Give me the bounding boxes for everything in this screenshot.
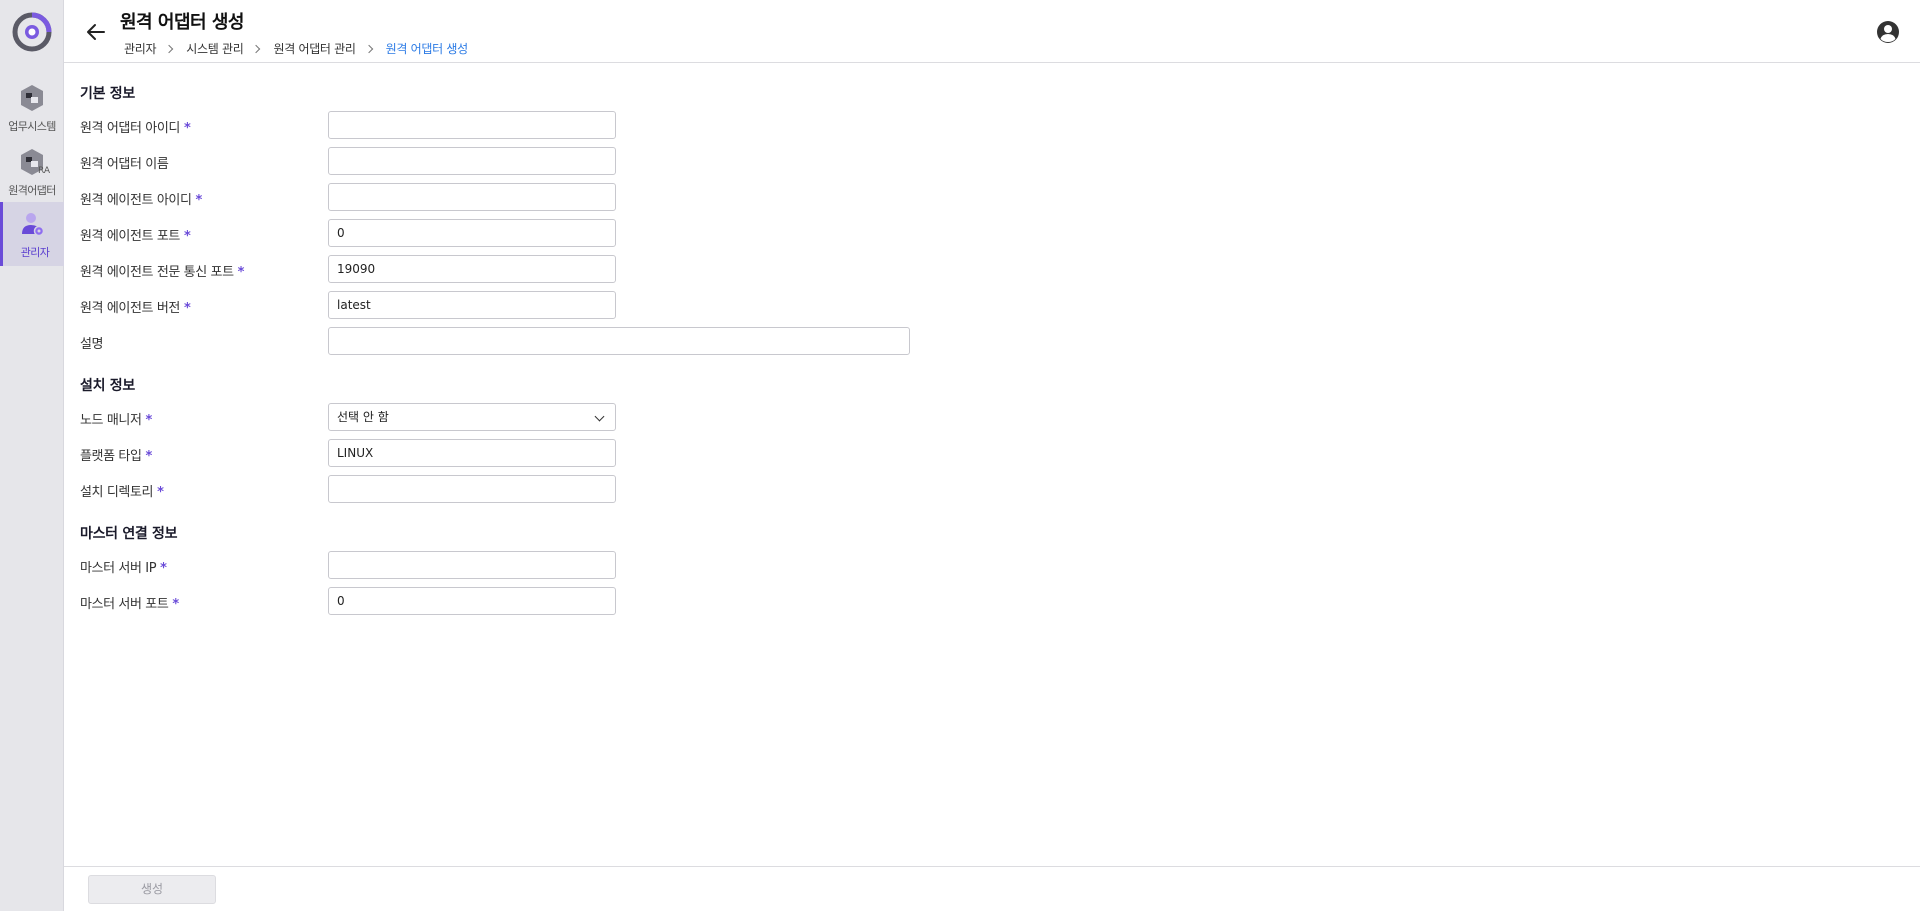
adapter-name-input[interactable] — [328, 147, 616, 175]
node-manager-select[interactable]: 선택 안 함 — [328, 403, 616, 431]
platform-type-input[interactable] — [328, 439, 616, 467]
label-install-directory: 설치 디렉토리 * — [80, 485, 164, 500]
adapter-id-input[interactable] — [328, 111, 616, 139]
label-master-server-port: 마스터 서버 포트 * — [80, 597, 179, 612]
sidebar-item-label: 관리자 — [20, 246, 50, 259]
chevron-right-icon — [364, 44, 373, 53]
breadcrumb-item-current: 원격 어댑터 생성 — [385, 42, 469, 56]
section-title-basic: 기본 정보 — [80, 86, 135, 102]
app-root: 업무시스템 RA 원격어댑터 관리자 원격 어댑터 생성 관리자 시스템 관리 … — [0, 0, 1920, 911]
page-title: 원격 어댑터 생성 — [120, 12, 244, 33]
label-agent-version: 원격 에이전트 버전 * — [80, 301, 191, 316]
admin-user-icon — [22, 213, 44, 237]
form-footer: 생성 — [64, 866, 1920, 911]
sidebar-item-admin[interactable]: 관리자 — [0, 202, 64, 266]
breadcrumb: 관리자 시스템 관리 원격 어댑터 관리 원격 어댑터 생성 — [124, 40, 468, 57]
label-platform-type: 플랫폼 타입 * — [80, 449, 152, 464]
label-agent-message-port: 원격 에이전트 전문 통신 포트 * — [80, 265, 245, 280]
sidebar-item-label: 원격어댑터 — [8, 184, 56, 197]
label-agent-port: 원격 에이전트 포트 * — [80, 229, 191, 244]
adapter-create-form: 기본 정보 원격 어댑터 아이디 * 원격 어댑터 이름 원격 에이전트 아이디 *… — [64, 64, 1920, 866]
agent-port-input[interactable] — [328, 219, 616, 247]
sidebar-item-remote-adapter[interactable]: RA 원격어댑터 — [0, 140, 64, 204]
business-system-icon — [21, 85, 43, 111]
chevron-down-icon — [594, 411, 605, 422]
agent-id-input[interactable] — [328, 183, 616, 211]
master-server-ip-input[interactable] — [328, 551, 616, 579]
install-directory-input[interactable] — [328, 475, 616, 503]
ra-badge: RA — [38, 166, 51, 176]
user-account-icon[interactable] — [1876, 20, 1900, 44]
label-master-server-ip: 마스터 서버 IP * — [80, 561, 167, 576]
chevron-right-icon — [164, 44, 174, 53]
label-description: 설명 — [80, 337, 104, 352]
sidebar-item-business-system[interactable]: 업무시스템 — [0, 76, 64, 140]
create-button[interactable]: 생성 — [88, 875, 216, 904]
section-title-install: 설치 정보 — [80, 378, 135, 394]
label-agent-id: 원격 에이전트 아이디 * — [80, 193, 202, 208]
agent-message-port-input[interactable] — [328, 255, 616, 283]
label-node-manager: 노드 매니저 * — [80, 413, 152, 428]
breadcrumb-item-remote-adapter-management[interactable]: 원격 어댑터 관리 — [273, 40, 356, 57]
label-adapter-name: 원격 어댑터 이름 — [80, 157, 169, 172]
app-logo-icon[interactable] — [12, 12, 52, 52]
node-manager-selected-value: 선택 안 함 — [337, 410, 389, 424]
section-title-master: 마스터 연결 정보 — [80, 526, 178, 542]
page-header: 원격 어댑터 생성 관리자 시스템 관리 원격 어댑터 관리 원격 어댑터 생성 — [64, 0, 1920, 63]
breadcrumb-item-admin[interactable]: 관리자 — [124, 40, 157, 57]
back-arrow-icon[interactable] — [84, 20, 108, 44]
chevron-right-icon — [252, 44, 261, 53]
sidebar: 업무시스템 RA 원격어댑터 관리자 — [0, 0, 64, 911]
sidebar-item-label: 업무시스템 — [8, 120, 56, 133]
label-adapter-id: 원격 어댑터 아이디 * — [80, 121, 191, 136]
master-server-port-input[interactable] — [328, 587, 616, 615]
agent-version-input[interactable] — [328, 291, 616, 319]
breadcrumb-item-system-management[interactable]: 시스템 관리 — [186, 40, 244, 57]
description-input[interactable] — [328, 327, 910, 355]
